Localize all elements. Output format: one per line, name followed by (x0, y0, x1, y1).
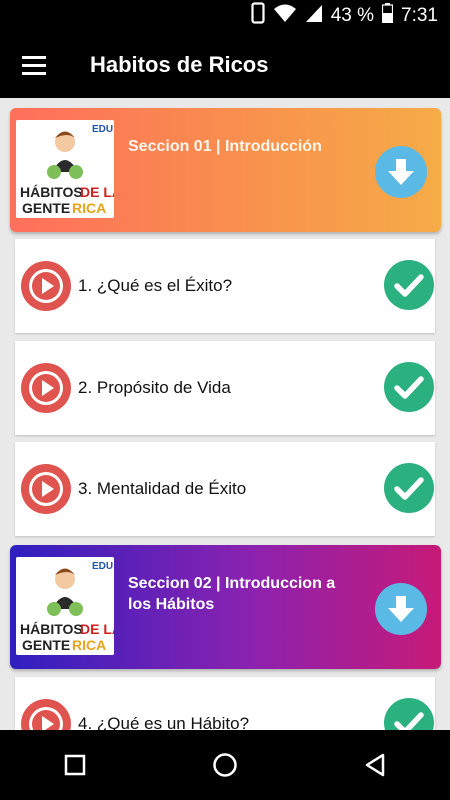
svg-text:RICA: RICA (72, 200, 106, 216)
home-circle-icon[interactable] (195, 735, 255, 795)
recents-square-icon[interactable] (45, 735, 105, 795)
lesson-item-4[interactable]: 4. ¿Qué es un Hábito? (15, 677, 435, 730)
lesson-item-1[interactable]: 1. ¿Qué es el Éxito? (15, 239, 435, 333)
lesson-title: 2. Propósito de Vida (78, 378, 231, 397)
download-arrow-icon[interactable] (375, 146, 427, 198)
play-icon[interactable] (20, 463, 72, 515)
page-title: Habitos de Ricos (90, 52, 269, 77)
thumbnail-badge: EDU (92, 561, 113, 572)
play-icon[interactable] (20, 362, 72, 414)
completed-check-icon (383, 697, 435, 730)
section-title: Seccion 02 | Introduccion a los Hábitos (128, 575, 336, 613)
back-triangle-icon[interactable] (345, 735, 405, 795)
vibrate-icon (251, 2, 265, 30)
play-icon[interactable] (20, 698, 72, 730)
status-bar: 43 % 7:31 (0, 0, 450, 32)
lesson-title: 4. ¿Qué es un Hábito? (78, 714, 250, 730)
course-list[interactable]: EDU HÁBITOS DE LA GENTE RICA Seccion 01 … (0, 98, 450, 730)
course-logo-image: EDU HÁBITOS DE LA GENTE RICA (16, 120, 114, 218)
download-arrow-icon[interactable] (375, 583, 427, 635)
thumbnail-badge: EDU (92, 124, 113, 135)
wifi-icon (273, 3, 297, 29)
clock: 7:31 (401, 5, 438, 26)
completed-check-icon (383, 361, 435, 413)
hamburger-menu-icon[interactable] (0, 32, 70, 98)
svg-text:DE LA: DE LA (80, 621, 114, 637)
course-logo-image: EDU HÁBITOS DE LA GENTE RICA (16, 557, 114, 655)
section-thumbnail: EDU HÁBITOS DE LA GENTE RICA (16, 557, 114, 655)
play-icon[interactable] (20, 260, 72, 312)
battery-icon (381, 3, 394, 29)
lesson-item-3[interactable]: 3. Mentalidad de Éxito (15, 442, 435, 536)
svg-text:HÁBITOS: HÁBITOS (20, 184, 83, 200)
lesson-title: 3. Mentalidad de Éxito (78, 479, 247, 498)
svg-text:GENTE: GENTE (22, 200, 70, 216)
app-bar: Habitos de Ricos (0, 32, 450, 98)
section-title: Seccion 01 | Introducción (128, 138, 322, 155)
battery-percent: 43 % (330, 5, 375, 26)
system-nav-bar (0, 730, 450, 800)
svg-text:HÁBITOS: HÁBITOS (20, 621, 83, 637)
svg-text:GENTE: GENTE (22, 637, 70, 653)
signal-icon (305, 3, 323, 29)
svg-text:DE LA: DE LA (80, 184, 114, 200)
section-header-1[interactable]: EDU HÁBITOS DE LA GENTE RICA Seccion 01 … (10, 108, 441, 232)
section-header-2[interactable]: EDU HÁBITOS DE LA GENTE RICA Seccion 02 … (10, 545, 441, 669)
completed-check-icon (383, 462, 435, 514)
lesson-title: 1. ¿Qué es el Éxito? (78, 276, 233, 295)
section-thumbnail: EDU HÁBITOS DE LA GENTE RICA (16, 120, 114, 218)
lesson-item-2[interactable]: 2. Propósito de Vida (15, 341, 435, 435)
completed-check-icon (383, 259, 435, 311)
svg-text:RICA: RICA (72, 637, 106, 653)
